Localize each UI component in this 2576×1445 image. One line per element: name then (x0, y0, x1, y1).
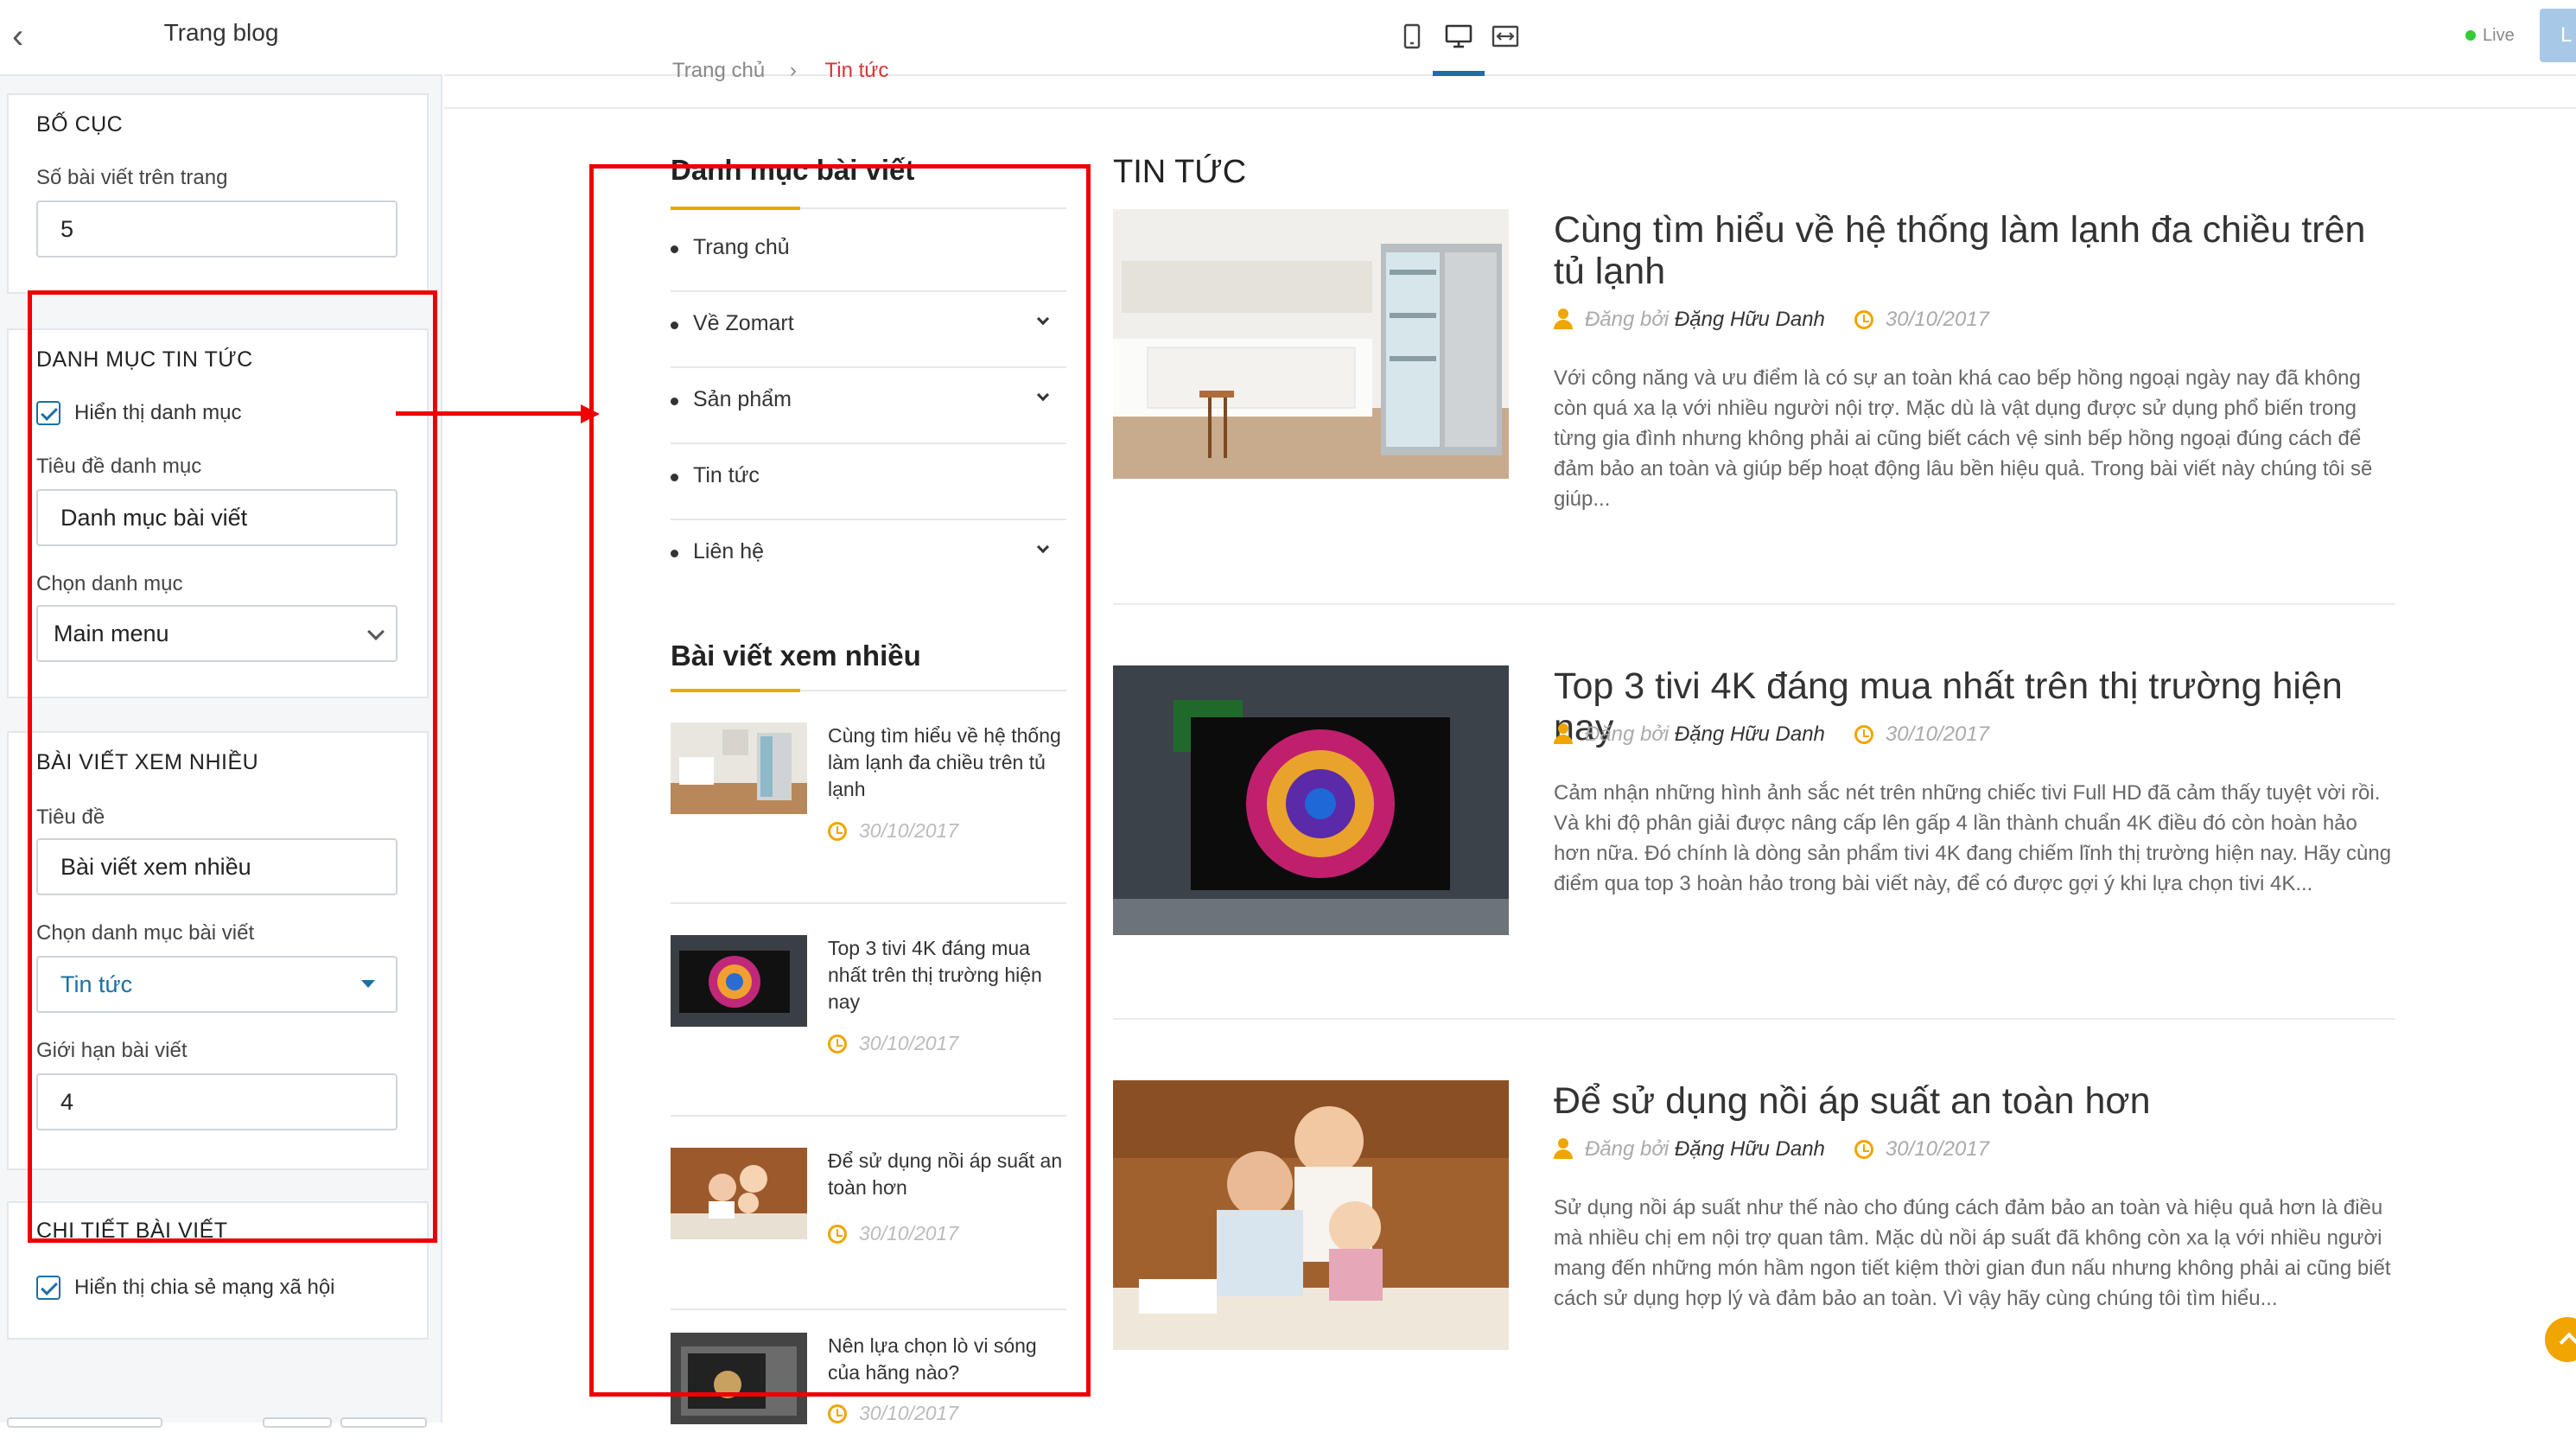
clock-icon (1854, 310, 1873, 329)
annotation-highlight-preview (589, 164, 1091, 1397)
article-excerpt: Cảm nhận những hình ảnh sắc nét trên nhữ… (1554, 781, 2392, 895)
popular-post-date: 30/10/2017 (828, 1402, 958, 1425)
annotation-arrow-head (581, 404, 600, 423)
article-title[interactable]: Cùng tìm hiểu về hệ thống làm lạnh đa ch… (1554, 209, 2395, 292)
share-checkbox[interactable] (36, 1276, 60, 1300)
article-excerpt: Với công năng và ưu điểm là có sự an toà… (1554, 366, 2373, 511)
posts-per-page-input[interactable]: 5 (36, 201, 398, 258)
date-text: 30/10/2017 (859, 1402, 959, 1424)
footer-button[interactable] (340, 1417, 427, 1428)
author-name[interactable]: Đặng Hữu Danh (1675, 722, 1825, 746)
scroll-to-top-button[interactable] (2545, 1317, 2576, 1362)
article-date: 30/10/2017 (1885, 308, 1990, 331)
article-meta: Đăng bởi Đặng Hữu Danh 30/10/2017 (1554, 308, 1989, 332)
breadcrumb-separator: › (789, 59, 797, 82)
author-name[interactable]: Đặng Hữu Danh (1675, 1137, 1825, 1161)
publish-button[interactable]: L (2540, 9, 2576, 62)
footer-button[interactable] (7, 1417, 162, 1428)
posts-per-page-label: Số bài viết trên trang (36, 166, 228, 189)
article-meta: Đăng bởi Đặng Hữu Danh 30/10/2017 (1554, 1137, 1989, 1162)
fullwidth-view-icon[interactable] (1492, 22, 1519, 50)
breadcrumb-home[interactable]: Trang chủ (672, 59, 765, 82)
article: Cùng tìm hiểu về hệ thống làm lạnh đa ch… (1113, 209, 2395, 555)
breadcrumb: Trang chủ › Tin tức (672, 59, 888, 83)
sidebar-title: Trang blog (163, 19, 279, 46)
content-divider (444, 107, 2576, 109)
clock-icon (1854, 1140, 1873, 1159)
user-icon (1554, 723, 1573, 744)
footer-button[interactable] (263, 1417, 332, 1428)
user-icon (1554, 309, 1573, 329)
breadcrumb-current: Tin tức (824, 59, 889, 82)
annotation-highlight-settings (28, 290, 437, 1243)
tv-image[interactable] (1113, 665, 1509, 935)
mobile-view-icon[interactable] (1398, 22, 1426, 50)
share-label: Hiển thị chia sẻ mạng xã hội (74, 1276, 335, 1299)
family-kitchen-image[interactable] (1113, 1080, 1509, 1350)
article-title[interactable]: Để sử dụng nồi áp suất an toàn hơn (1554, 1080, 2395, 1122)
sidebar-header: ‹ Trang blog (0, 0, 442, 76)
clock-icon (1854, 725, 1873, 744)
layout-heading: BỐ CỤC (36, 112, 124, 137)
user-icon (1554, 1138, 1573, 1159)
layout-card: BỐ CỤC Số bài viết trên trang 5 (7, 93, 429, 294)
clock-icon (828, 1404, 847, 1423)
posted-by-label: Đăng bởi (1585, 1137, 1670, 1161)
author-name[interactable]: Đặng Hữu Danh (1675, 308, 1825, 331)
article-separator (1113, 603, 2395, 605)
article-excerpt: Sử dụng nồi áp suất như thế nào cho đúng… (1554, 1196, 2391, 1310)
desktop-view-tab[interactable] (1433, 22, 1485, 76)
live-label: Live (2483, 26, 2515, 45)
news-heading: TIN TỨC (1113, 154, 1247, 190)
article-meta: Đăng bởi Đặng Hữu Danh 30/10/2017 (1554, 722, 1989, 747)
desktop-view-icon (1445, 24, 1472, 48)
live-status-dot (2465, 30, 2476, 41)
article-separator (1113, 1018, 2395, 1020)
article: Top 3 tivi 4K đáng mua nhất trên thị trư… (1113, 665, 2395, 1011)
posted-by-label: Đăng bởi (1585, 722, 1670, 746)
article-date: 30/10/2017 (1885, 722, 1990, 746)
article: Để sử dụng nồi áp suất an toàn hơn Đăng … (1113, 1080, 2395, 1409)
kitchen-fridge-image[interactable] (1113, 209, 1509, 479)
posted-by-label: Đăng bởi (1585, 308, 1670, 331)
annotation-arrow (396, 411, 586, 416)
article-date: 30/10/2017 (1885, 1137, 1990, 1161)
